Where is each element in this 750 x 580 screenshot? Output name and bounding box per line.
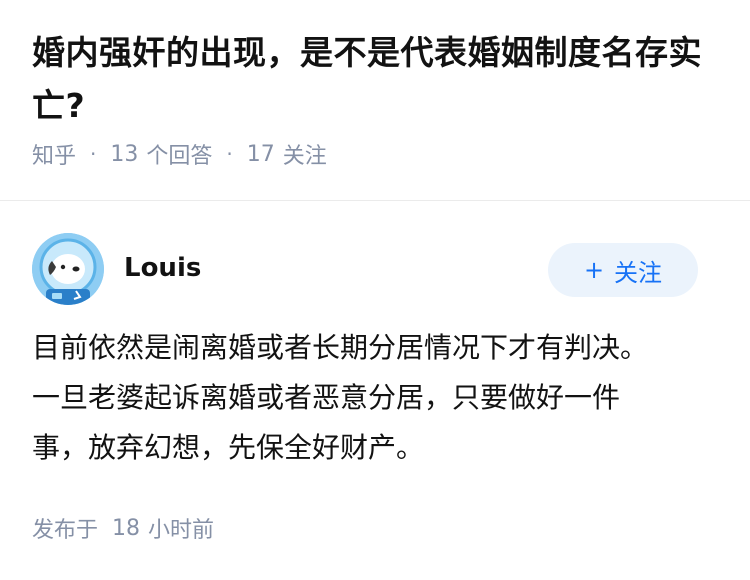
astronaut-dog-avatar-icon[interactable] — [32, 233, 104, 305]
question-title[interactable]: 婚内强奸的出现，是不是代表婚姻制度名存实亡? — [32, 26, 722, 132]
answer-paragraph: 目前依然是闹离婚或者长期分居情况下才有判决。 — [32, 331, 649, 364]
question-meta: 知乎 · 13 个回答 · 17 关注 — [32, 138, 718, 170]
answer-footer: 发布于 18 小时前 — [32, 512, 214, 544]
publish-prefix: 发布于 — [32, 518, 99, 543]
publish-time-unit: 小时前 — [148, 518, 215, 543]
question-header: 婚内强奸的出现，是不是代表婚姻制度名存实亡? 知乎 · 13 个回答 · 17 … — [0, 0, 750, 200]
answer-content[interactable]: 目前依然是闹离婚或者长期分居情况下才有判决。 一旦老婆起诉离婚或者恶意分居，只要… — [0, 319, 690, 473]
follow-button[interactable]: + 关注 — [548, 243, 698, 297]
source-label[interactable]: 知乎 — [32, 138, 76, 170]
author-row: Louis + 关注 — [0, 201, 750, 319]
follower-count-label[interactable]: 关注 — [283, 138, 327, 170]
plus-icon: + — [583, 256, 605, 284]
follower-count: 17 — [246, 141, 275, 167]
answer-count: 13 — [110, 141, 139, 167]
meta-separator: · — [226, 142, 233, 166]
follow-button-label: 关注 — [614, 258, 663, 287]
answer-count-label[interactable]: 个回答 — [146, 138, 212, 170]
author-name[interactable]: Louis — [124, 253, 201, 283]
publish-time-value: 18 — [112, 515, 141, 541]
answer-paragraph: 一旦老婆起诉离婚或者恶意分居，只要做好一件事，放弃幻想，先保全好财产。 — [32, 381, 621, 464]
meta-separator: · — [90, 142, 97, 166]
